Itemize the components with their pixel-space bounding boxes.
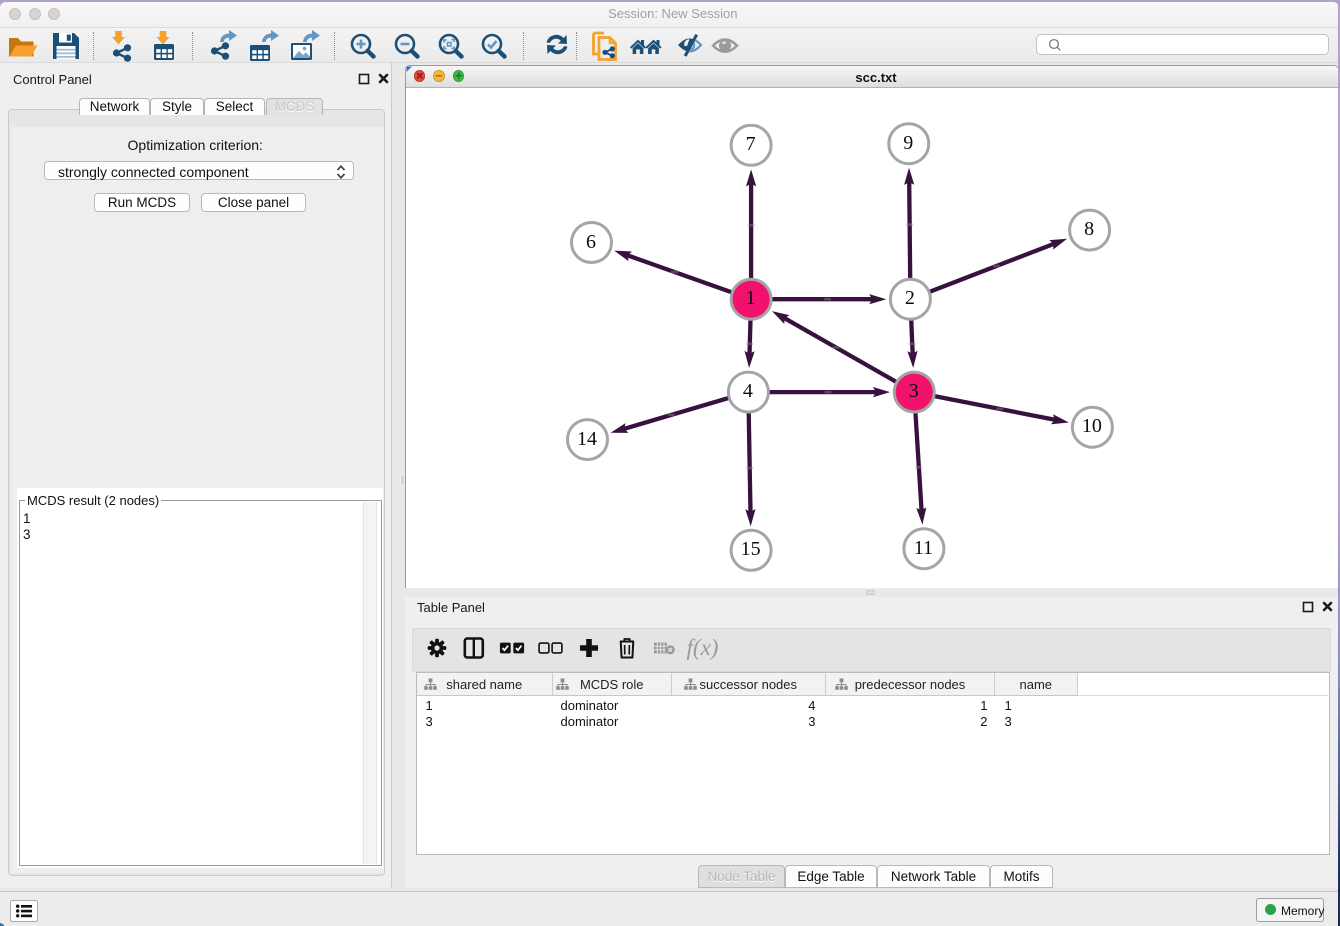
svg-text:f(x): f(x) bbox=[687, 635, 719, 660]
